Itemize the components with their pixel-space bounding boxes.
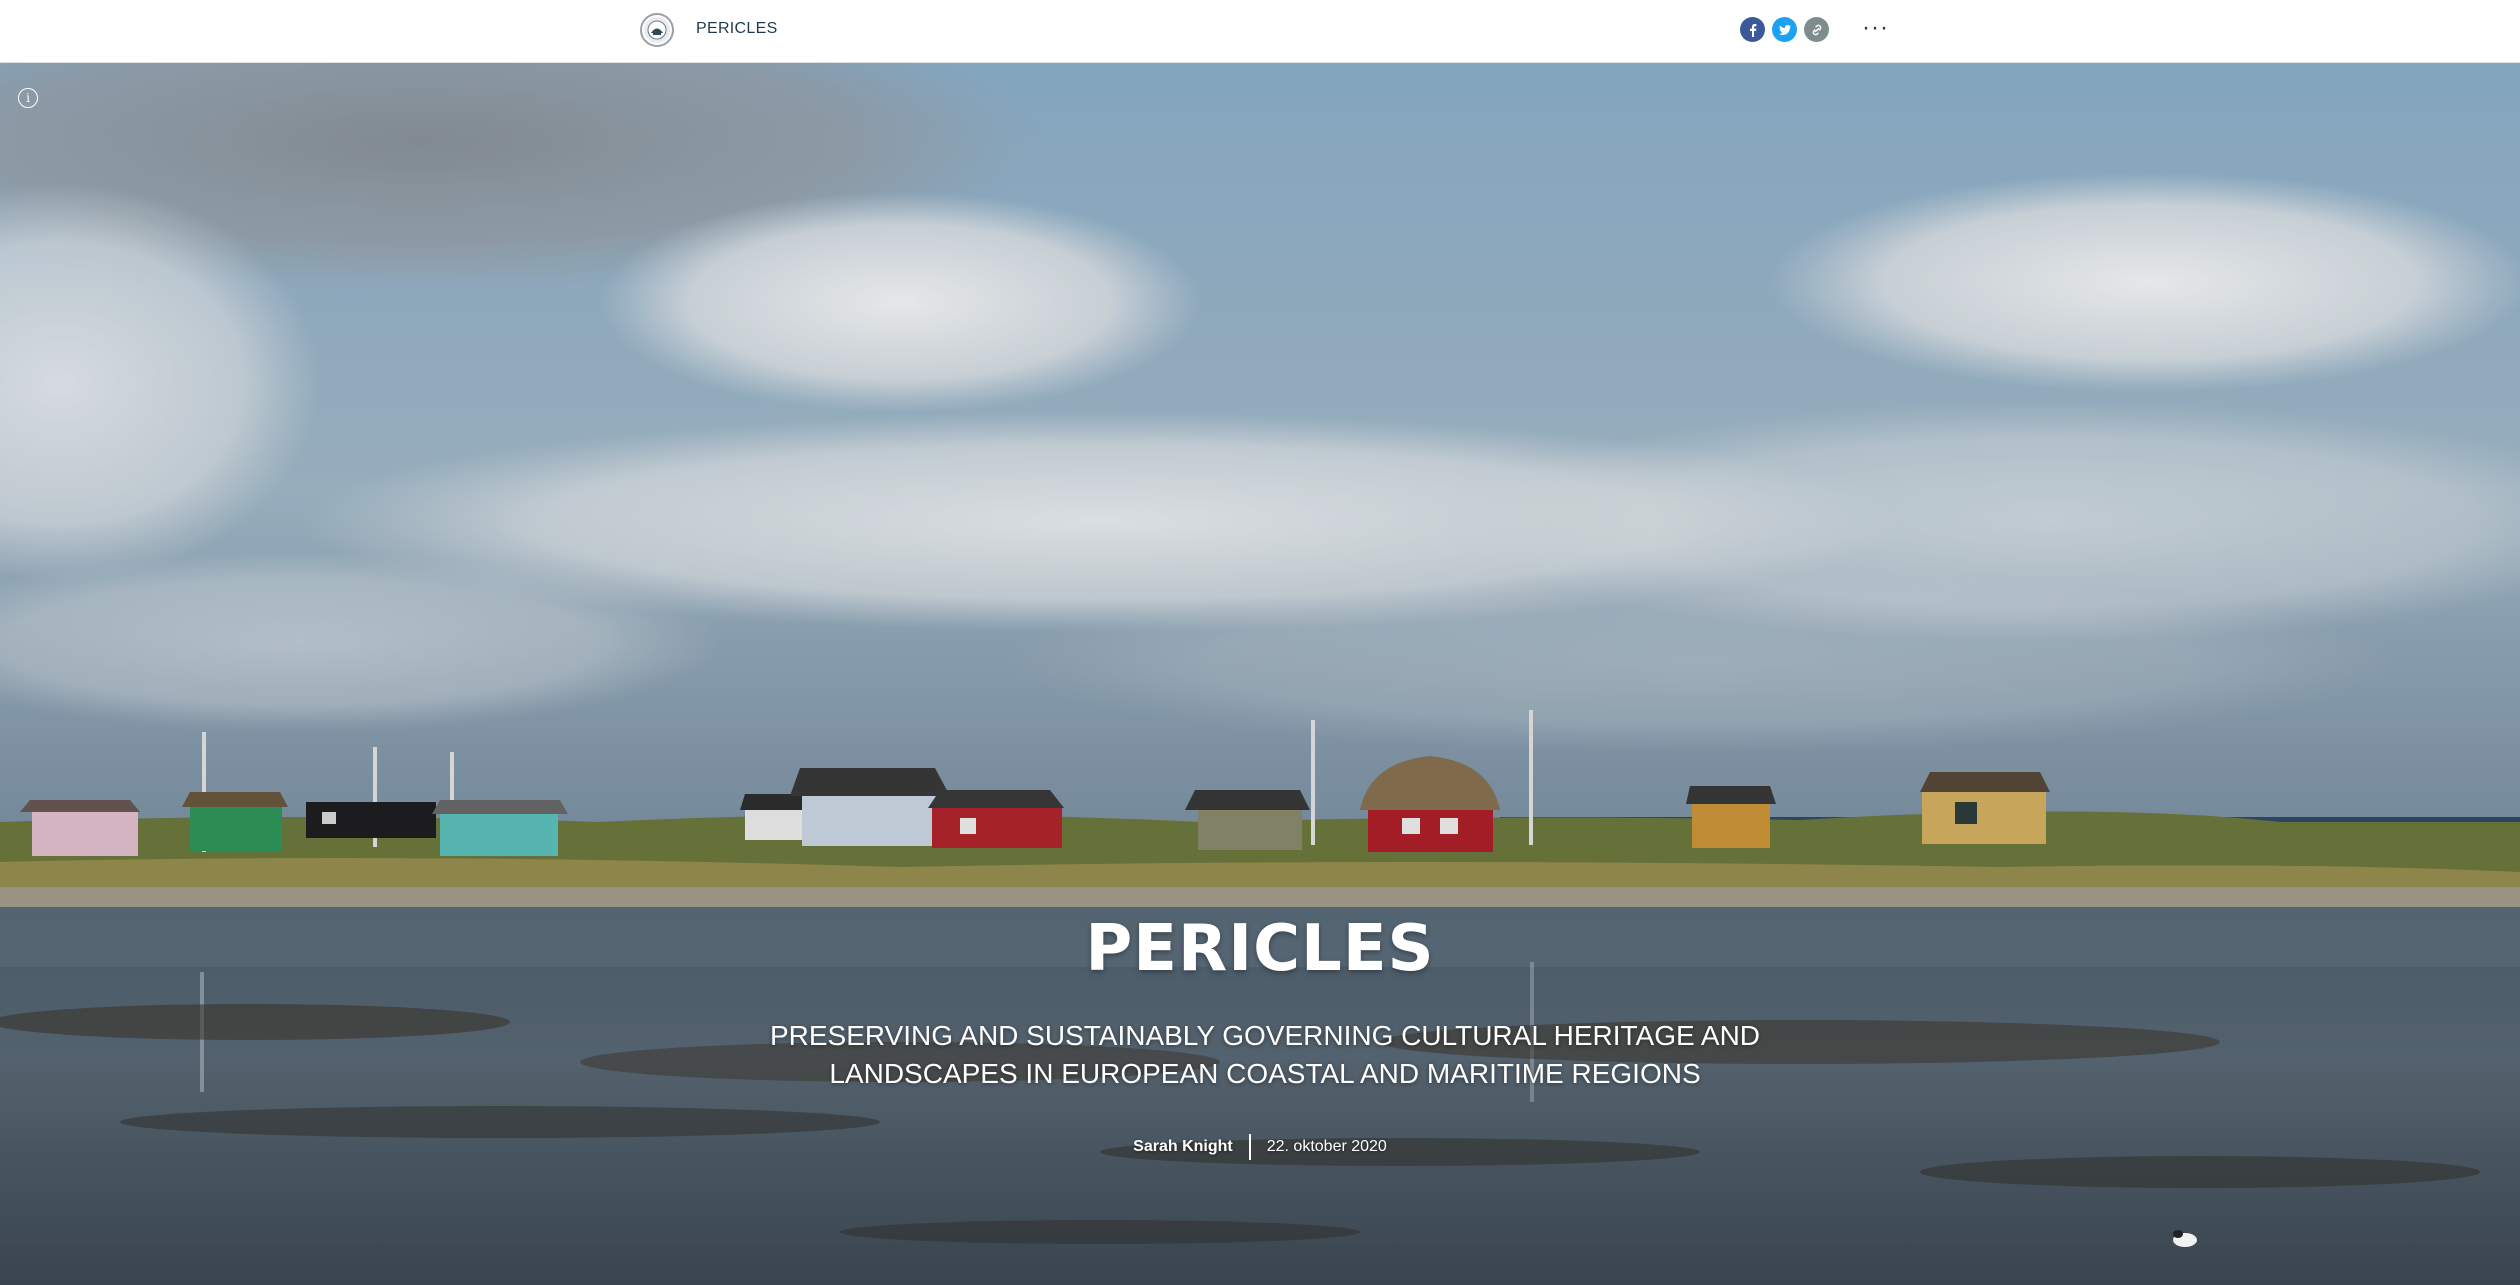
link-icon <box>1812 24 1821 35</box>
facebook-icon <box>1749 23 1756 37</box>
story-subtitle: PRESERVING AND SUSTAINABLY GOVERNING CUL… <box>769 1020 1761 1089</box>
twitter-icon <box>1778 24 1791 35</box>
byline-divider <box>1248 1134 1251 1160</box>
site-title[interactable]: PERICLES <box>696 20 778 38</box>
author-name: Sarah Knight <box>1133 1138 1233 1155</box>
byline: Sarah Knight 22. oktober 2020 <box>0 1134 2520 1160</box>
facebook-share-button[interactable] <box>1740 17 1765 42</box>
hero-background-image <box>0 62 2520 1285</box>
copy-link-button[interactable] <box>1804 17 1829 42</box>
publish-date: 22. oktober 2020 <box>1266 1138 1387 1155</box>
twitter-share-button[interactable] <box>1772 17 1797 42</box>
top-bar: PERICLES ··· <box>0 0 2520 63</box>
site-logo[interactable] <box>640 13 674 47</box>
info-icon[interactable]: i <box>18 88 38 108</box>
story-title: PERICLES <box>1085 912 1435 986</box>
more-options-button[interactable]: ··· <box>1862 14 1889 42</box>
hero-section: i PERICLES PRESERVING AND SUSTAINABLY GO… <box>0 62 2520 1285</box>
